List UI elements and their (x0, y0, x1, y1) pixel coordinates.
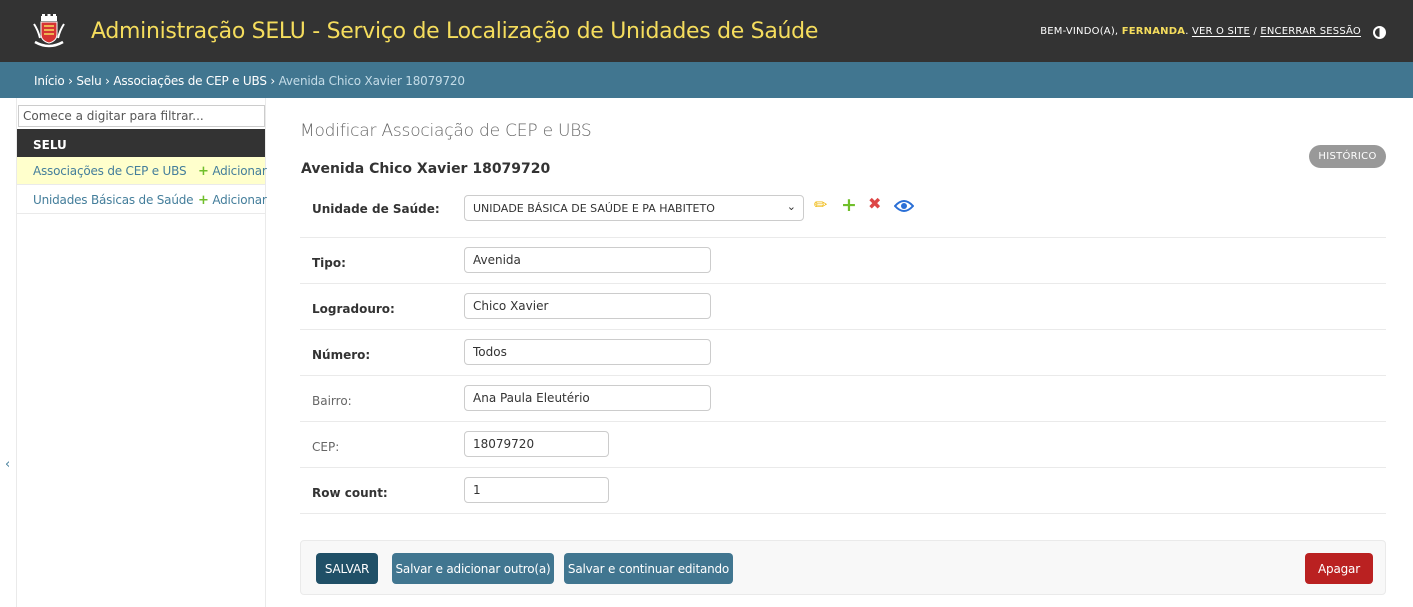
field-row-numero: Número: (300, 330, 1386, 376)
breadcrumb-model[interactable]: Associações de CEP e UBS (113, 74, 267, 88)
user-tools-separator: / (1250, 26, 1261, 37)
field-row-bairro: Bairro: (300, 376, 1386, 422)
save-button[interactable]: SALVAR (316, 553, 378, 584)
save-and-add-button[interactable]: Salvar e adicionar outro(a) (392, 553, 554, 584)
sidebar-item-associacoes: Associações de CEP e UBS + Adicionar (17, 157, 267, 185)
unidade-label: Unidade de Saúde: (312, 202, 440, 216)
object-title: Avenida Chico Xavier 18079720 (301, 161, 551, 177)
breadcrumb-app[interactable]: Selu (76, 74, 101, 88)
plus-icon: + (198, 193, 209, 208)
chevron-left-icon[interactable]: ‹ (5, 457, 10, 472)
sidebar: SELU Associações de CEP e UBS + Adiciona… (17, 98, 267, 607)
unidade-select[interactable]: UNIDADE BÁSICA DE SAÚDE E PA HABITETO ⌄ (464, 195, 804, 221)
unidade-selected-value: UNIDADE BÁSICA DE SAÚDE E PA HABITETO (473, 202, 715, 215)
welcome-text: BEM-VINDO(A), (1040, 26, 1122, 37)
sidebar-item-unidades: Unidades Básicas de Saúde + Adicionar (17, 186, 267, 214)
sidebar-item-label[interactable]: Associações de CEP e UBS (33, 164, 187, 178)
numero-input[interactable] (464, 339, 711, 365)
delete-button[interactable]: Apagar (1305, 553, 1373, 584)
breadcrumb-home[interactable]: Início (34, 74, 65, 88)
add-unidade-link[interactable]: + Adicionar (198, 193, 267, 208)
add-link-label: Adicionar (212, 164, 267, 178)
tipo-label: Tipo: (312, 256, 346, 270)
numero-label: Número: (312, 348, 371, 362)
sidebar-item-label[interactable]: Unidades Básicas de Saúde (33, 193, 194, 207)
username: FERNANDA (1121, 26, 1186, 37)
sidebar-toggle-button[interactable]: ‹ (0, 98, 17, 607)
field-row-cep: CEP: (300, 422, 1386, 468)
bairro-input[interactable] (464, 385, 711, 411)
save-and-continue-button[interactable]: Salvar e continuar editando (564, 553, 733, 584)
logradouro-label: Logradouro: (312, 302, 395, 316)
breadcrumb-current: Avenida Chico Xavier 18079720 (278, 74, 465, 88)
add-link-label: Adicionar (212, 193, 267, 207)
tipo-input[interactable] (464, 247, 711, 273)
half-circle-theme-icon[interactable] (1373, 26, 1386, 39)
cep-input[interactable] (464, 431, 609, 457)
plus-icon: + (198, 164, 209, 179)
logout-link[interactable]: ENCERRAR SESSÃO (1260, 26, 1361, 37)
nav-filter-input[interactable] (18, 105, 265, 127)
field-row-row-count: Row count: (300, 468, 1386, 514)
user-tools: BEM-VINDO(A), FERNANDA. VER O SITE / ENC… (1040, 26, 1361, 37)
plus-icon[interactable]: + (841, 194, 857, 216)
site-title[interactable]: Administração SELU - Serviço de Localiza… (91, 19, 818, 44)
city-coat-of-arms-logo[interactable] (32, 14, 66, 48)
breadcrumb-separator: › (266, 74, 279, 88)
logradouro-input[interactable] (464, 293, 711, 319)
cep-label: CEP: (312, 440, 340, 454)
page-title: Modificar Associação de CEP e UBS (300, 121, 592, 141)
bairro-label: Bairro: (312, 394, 352, 408)
x-icon[interactable]: ✖ (868, 194, 881, 213)
submit-row: SALVAR Salvar e adicionar outro(a) Salva… (300, 540, 1386, 595)
eye-icon[interactable] (894, 200, 914, 212)
pencil-icon[interactable]: ✏ (814, 195, 827, 214)
breadcrumb-separator: › (101, 74, 114, 88)
header: Administração SELU - Serviço de Localiza… (0, 0, 1413, 62)
field-row-unidade: Unidade de Saúde: UNIDADE BÁSICA DE SAÚD… (300, 182, 1386, 238)
chevron-down-icon: ⌄ (786, 200, 796, 213)
history-button[interactable]: HISTÓRICO (1309, 145, 1386, 168)
add-associacao-link[interactable]: + Adicionar (198, 164, 267, 179)
breadcrumb-separator: › (64, 74, 77, 88)
field-row-logradouro: Logradouro: (300, 284, 1386, 330)
sidebar-app-selu[interactable]: SELU (17, 129, 265, 157)
row-count-label: Row count: (312, 486, 388, 500)
breadcrumb: Início › Selu › Associações de CEP e UBS… (0, 62, 1413, 98)
view-site-link[interactable]: VER O SITE (1192, 26, 1250, 37)
field-row-tipo: Tipo: (300, 238, 1386, 284)
row-count-input[interactable] (464, 477, 609, 503)
